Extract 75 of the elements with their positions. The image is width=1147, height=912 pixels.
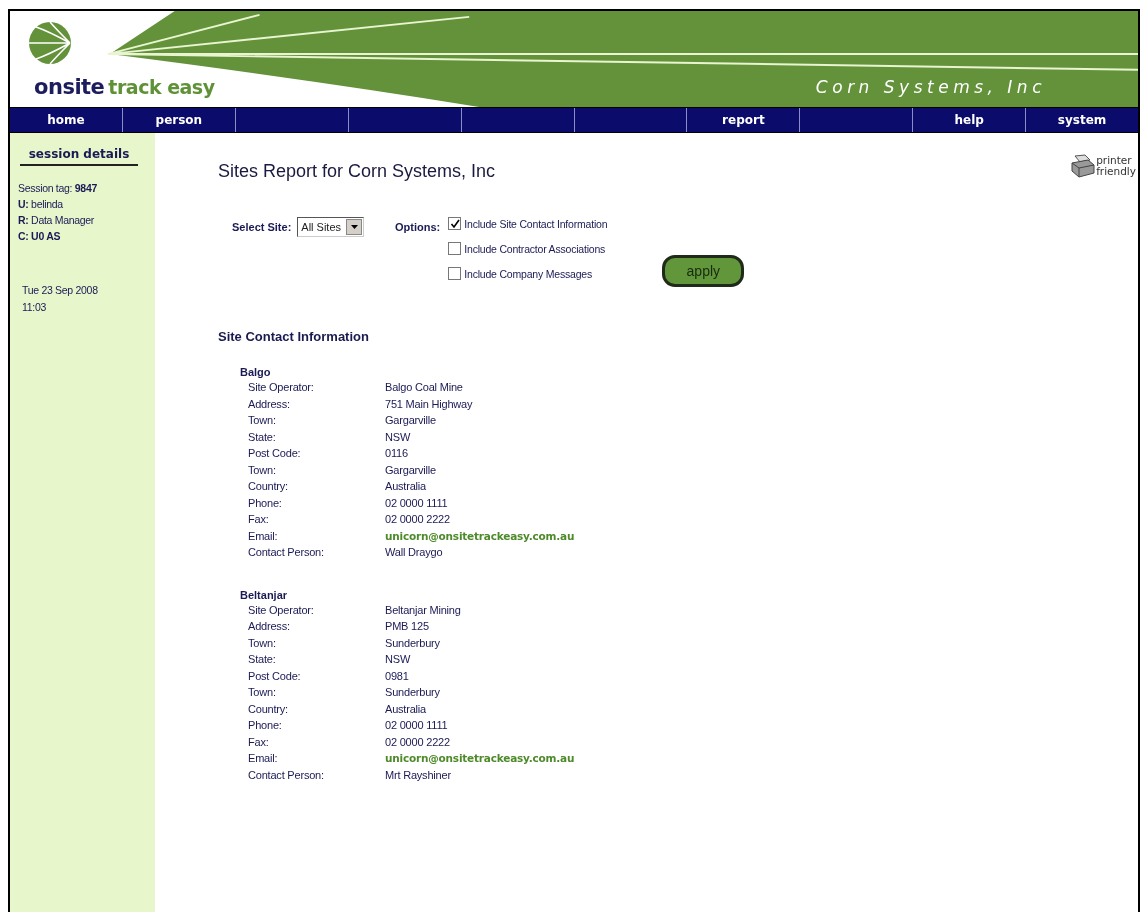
field-value: 02 0000 1111 xyxy=(385,496,448,509)
field-value: 02 0000 2222 xyxy=(385,735,450,748)
section-title: Site Contact Information xyxy=(218,329,370,344)
brand-name: onsite xyxy=(34,75,105,99)
field-value: Gargarville xyxy=(385,414,436,427)
apply-button[interactable]: apply xyxy=(662,255,745,287)
session-info: U: belinda xyxy=(18,198,64,210)
field-value: NSW xyxy=(385,430,411,443)
field-label: Phone: xyxy=(248,719,283,732)
field-value: 0981 xyxy=(385,669,409,682)
field-label: Contact Person: xyxy=(248,768,325,781)
field-value: Sunderbury xyxy=(385,636,440,649)
option-checkbox[interactable]: Include Site Contact Information xyxy=(448,217,608,230)
field-value: Balgo Coal Mine xyxy=(385,381,463,394)
field-value: NSW xyxy=(385,653,411,666)
field-label: Town: xyxy=(248,414,277,427)
option-checkbox[interactable]: Include Company Messages xyxy=(448,267,608,280)
sidebar-title: session details xyxy=(20,147,138,166)
field-label: Town: xyxy=(248,686,277,699)
site-name: Balgo xyxy=(240,366,272,378)
field-label: Fax: xyxy=(248,735,270,748)
session-info: C: U0 AS xyxy=(18,230,62,242)
field-label: State: xyxy=(248,653,277,666)
options-label: Options: xyxy=(395,221,441,233)
option-checkbox[interactable]: Include Contractor Associations xyxy=(448,242,608,255)
session-info: R: Data Manager xyxy=(18,214,96,226)
field-label: Address: xyxy=(248,397,291,410)
email-link[interactable]: unicorn@onsitetrackeasy.com.au xyxy=(385,529,575,542)
field-label: Email: xyxy=(248,529,279,542)
field-label: Fax: xyxy=(248,513,270,526)
field-label: Country: xyxy=(248,702,289,715)
field-label: Email: xyxy=(248,752,279,765)
session-info: Session tag: 9847 xyxy=(18,182,98,194)
nav-tab[interactable]: system xyxy=(1026,108,1138,132)
field-label: Post Code: xyxy=(248,447,302,460)
field-value: Australia xyxy=(385,702,426,715)
field-value: PMB 125 xyxy=(385,620,429,633)
field-value: Gargarville xyxy=(385,463,436,476)
nav-tab[interactable]: home xyxy=(10,108,123,132)
session-time: 11:03 xyxy=(22,301,47,313)
caret-icon xyxy=(350,225,358,229)
field-value: Australia xyxy=(385,480,426,493)
field-value: 02 0000 1111 xyxy=(385,719,448,732)
field-value: 02 0000 2222 xyxy=(385,513,450,526)
select-site-label: Select Site: xyxy=(232,221,292,233)
nav-tab[interactable]: help xyxy=(913,108,1027,132)
company-name: Corn Systems, Inc xyxy=(815,77,1046,97)
site-dropdown[interactable]: All Sites xyxy=(297,217,365,237)
field-value: 751 Main Highway xyxy=(385,397,473,410)
field-label: State: xyxy=(248,430,277,443)
field-label: Country: xyxy=(248,480,289,493)
field-label: Phone: xyxy=(248,496,283,509)
field-value: Mrt Rayshiner xyxy=(385,768,451,781)
site-name: Beltanjar xyxy=(240,588,289,601)
logo-icon xyxy=(28,21,72,65)
field-label: Address: xyxy=(248,620,291,633)
field-value: Wall Draygo xyxy=(385,546,443,559)
field-value: Beltanjar Mining xyxy=(385,603,461,616)
field-label: Contact Person: xyxy=(248,546,325,559)
field-label: Site Operator: xyxy=(248,381,315,394)
field-value: 0116 xyxy=(385,447,408,460)
field-label: Town: xyxy=(248,636,277,649)
printer-icon xyxy=(1070,154,1097,178)
report-title: Sites Report for Corn Systems, Inc xyxy=(218,161,496,182)
field-label: Post Code: xyxy=(248,669,302,682)
field-label: Town: xyxy=(248,463,277,476)
nav-tab[interactable]: person xyxy=(122,108,236,132)
nav-tab[interactable]: report xyxy=(687,108,801,132)
field-value: Sunderbury xyxy=(385,686,440,699)
brand-tagline: track easy xyxy=(108,76,215,98)
printer-friendly-link[interactable]: printer friendly xyxy=(1070,154,1136,178)
check-icon xyxy=(449,218,460,229)
session-date: Tue 23 Sep 2008 xyxy=(22,284,99,296)
field-label: Site Operator: xyxy=(248,603,315,616)
email-link[interactable]: unicorn@onsitetrackeasy.com.au xyxy=(385,752,575,765)
